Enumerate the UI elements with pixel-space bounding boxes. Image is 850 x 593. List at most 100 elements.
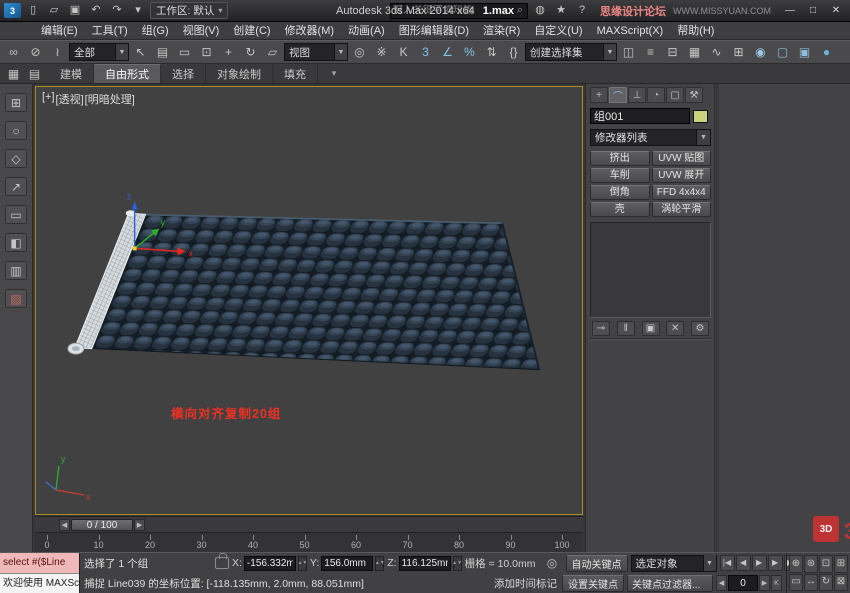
macro-recorder-line[interactable]: select #($Line xyxy=(0,553,79,574)
key-selection-dropdown[interactable]: 选定对象 ▼ xyxy=(631,555,717,572)
search-input[interactable] xyxy=(393,5,515,16)
menu-item[interactable]: MAXScript(X) xyxy=(590,22,671,40)
set-key-button[interactable]: 设置关键点 xyxy=(562,575,624,592)
keyboard-override-icon[interactable]: K xyxy=(393,43,414,62)
modifier-preset-button[interactable]: 车削 xyxy=(590,168,650,183)
align-icon[interactable]: ≡ xyxy=(640,43,661,62)
named-selection-sets-dropdown[interactable]: 创建选择集 ▼ xyxy=(525,43,617,61)
use-pivot-center-icon[interactable]: ◎ xyxy=(349,43,370,62)
paint-tool-icon[interactable]: ◇ xyxy=(5,149,27,168)
pen-tool-icon[interactable]: ↗ xyxy=(5,177,27,196)
modifier-list-dropdown[interactable]: 修改器列表 ▼ xyxy=(590,129,711,146)
graphite-toggle-icon[interactable]: ▦ xyxy=(684,43,705,62)
search-box[interactable]: ⌕ xyxy=(390,3,528,19)
select-and-link-icon[interactable]: ∞ xyxy=(3,43,24,62)
material-editor-icon[interactable]: ◉ xyxy=(750,43,771,62)
modifier-preset-button[interactable]: UVW 贴图 xyxy=(652,151,712,166)
configure-modifier-sets-icon[interactable]: ⚙ xyxy=(691,321,709,336)
ribbon-tab[interactable]: 填充 xyxy=(273,64,318,83)
edit-named-sets-icon[interactable]: {} xyxy=(503,43,524,62)
ribbon-tab[interactable]: 建模 xyxy=(49,64,94,83)
selection-lock-icon[interactable] xyxy=(215,557,229,569)
menu-item[interactable]: 帮助(H) xyxy=(670,22,721,40)
reference-coordinate-dropdown[interactable]: 视图 ▼ xyxy=(284,43,348,61)
app-logo-icon[interactable]: 3 xyxy=(4,3,21,18)
next-frame-icon[interactable]: ▶ xyxy=(768,555,783,571)
spinner-icon[interactable]: ▲▼ xyxy=(375,556,384,571)
current-frame-field[interactable] xyxy=(728,575,758,591)
new-file-icon[interactable]: ▯ xyxy=(24,2,42,19)
viewport-perspective[interactable]: [+][透视][明暗处理] xyxy=(35,86,583,515)
track-bar[interactable]: 0102030405060708090100 xyxy=(35,532,583,552)
render-production-icon[interactable]: ● xyxy=(816,43,837,62)
selection-region-icon[interactable]: ▭ xyxy=(174,43,195,62)
steering-wheels-icon[interactable]: ◎ xyxy=(542,554,563,573)
remove-modifier-icon[interactable]: ✕ xyxy=(666,321,684,336)
ribbon-tab[interactable]: 选择 xyxy=(161,64,206,83)
redo-icon[interactable]: ↷ xyxy=(108,2,126,19)
window-crossing-icon[interactable]: ⊡ xyxy=(196,43,217,62)
help-icon[interactable]: ? xyxy=(573,2,591,19)
open-file-icon[interactable]: ▱ xyxy=(45,2,63,19)
zoom-region-icon[interactable]: ▭ xyxy=(789,574,803,592)
modifier-preset-button[interactable]: 涡轮平滑 xyxy=(652,202,712,217)
roof-tiles-model[interactable] xyxy=(75,214,539,369)
eraser-tool-icon[interactable]: ▨ xyxy=(5,289,27,308)
selection-filter-dropdown[interactable]: 全部 ▼ xyxy=(69,43,129,61)
maxscript-mini-listener[interactable]: select #($Line 欢迎使用 MAXScr xyxy=(0,553,80,593)
menu-item[interactable]: 视图(V) xyxy=(176,22,227,40)
search-icon[interactable]: ⌕ xyxy=(515,4,525,17)
mirror-icon[interactable]: ◫ xyxy=(618,43,639,62)
key-filters-button[interactable]: 关键点过滤器... xyxy=(627,575,713,592)
menu-item[interactable]: 创建(C) xyxy=(226,22,277,40)
ribbon-tab[interactable]: 对象绘制 xyxy=(206,64,273,83)
minimize-button[interactable]: — xyxy=(780,3,800,19)
select-and-scale-icon[interactable]: ▱ xyxy=(262,43,283,62)
time-slider-thumb[interactable]: 0 / 100 xyxy=(71,519,133,531)
menu-item[interactable]: 工具(T) xyxy=(85,22,135,40)
zoom-extents-all-icon[interactable]: ⊞ xyxy=(834,555,848,573)
time-slider-prev-icon[interactable]: ◀ xyxy=(59,519,70,531)
motion-tab-icon[interactable]: ◔ xyxy=(647,87,665,103)
go-to-start-icon[interactable]: |◀ xyxy=(720,555,735,571)
display-tab-icon[interactable]: ▢ xyxy=(666,87,684,103)
maximize-viewport-icon[interactable]: ⊠ xyxy=(834,574,848,592)
pan-icon[interactable]: ↔ xyxy=(804,574,818,592)
percent-snap-icon[interactable]: % xyxy=(459,43,480,62)
quick-access-dropdown-icon[interactable]: ▾ xyxy=(129,2,147,19)
menu-item[interactable]: 自定义(U) xyxy=(527,22,589,40)
modifier-preset-button[interactable]: 倒角 xyxy=(590,185,650,200)
add-time-tag[interactable]: 添加时间标记 xyxy=(492,576,559,591)
curve-editor-icon[interactable]: ∿ xyxy=(706,43,727,62)
select-and-rotate-icon[interactable]: ↻ xyxy=(240,43,261,62)
zoom-icon[interactable]: ⊕ xyxy=(789,555,803,573)
snap-toggle-icon[interactable]: 3 xyxy=(415,43,436,62)
pattern-tool-icon[interactable]: ▥ xyxy=(5,261,27,280)
spinner-snap-icon[interactable]: ⇅ xyxy=(481,43,502,62)
viewport-layout-tabs-icon[interactable]: ⊞ xyxy=(5,93,27,112)
menu-item[interactable]: 渲染(R) xyxy=(476,22,527,40)
select-object-icon[interactable]: ↖ xyxy=(130,43,151,62)
unlink-selection-icon[interactable]: ⊘ xyxy=(25,43,46,62)
shape-tool-icon[interactable]: ▭ xyxy=(5,205,27,224)
render-setup-icon[interactable]: ▢ xyxy=(772,43,793,62)
frame-down-icon[interactable]: ◀ xyxy=(716,575,727,591)
previous-frame-icon[interactable]: ◀ xyxy=(736,555,751,571)
undo-icon[interactable]: ↶ xyxy=(87,2,105,19)
rendered-frame-icon[interactable]: ▣ xyxy=(794,43,815,62)
select-by-name-icon[interactable]: ▤ xyxy=(152,43,173,62)
select-and-manipulate-icon[interactable]: ※ xyxy=(371,43,392,62)
modifier-preset-button[interactable]: UVW 展开 xyxy=(652,168,712,183)
spinner-icon[interactable]: ▲▼ xyxy=(453,556,462,571)
fill-tool-icon[interactable]: ◧ xyxy=(5,233,27,252)
bind-to-space-warp-icon[interactable]: ≀ xyxy=(47,43,68,62)
viewport-scene[interactable]: x y z x y xyxy=(36,87,582,514)
zoom-all-icon[interactable]: ⊛ xyxy=(804,555,818,573)
create-tab-icon[interactable]: + xyxy=(590,87,608,103)
modifier-preset-button[interactable]: FFD 4x4x4 xyxy=(652,185,712,200)
hierarchy-tab-icon[interactable]: ⊥ xyxy=(628,87,646,103)
modify-tab-icon[interactable]: ⌒ xyxy=(609,87,627,103)
menu-item[interactable]: 编辑(E) xyxy=(34,22,85,40)
layer-manager-icon[interactable]: ⊟ xyxy=(662,43,683,62)
viewport-label-segment[interactable]: [+] xyxy=(42,91,55,107)
